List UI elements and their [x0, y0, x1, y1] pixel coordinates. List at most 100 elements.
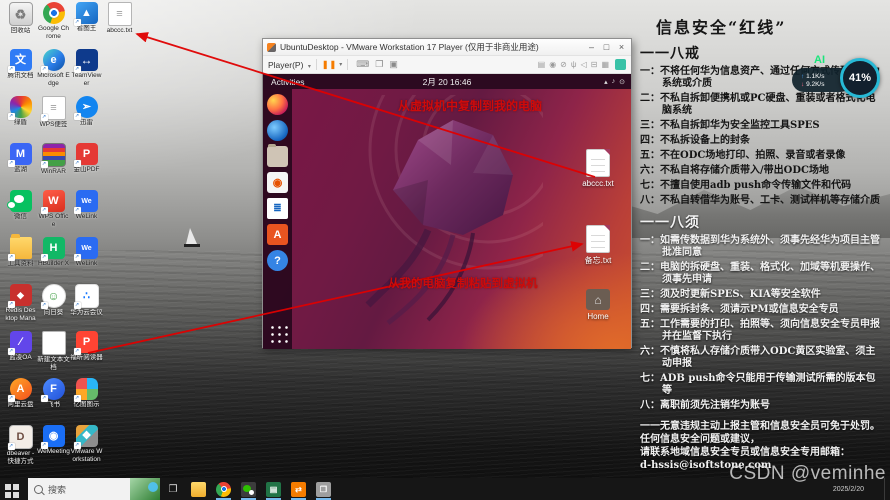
app-grid-icon[interactable]: [267, 322, 288, 343]
task-view-button[interactable]: ❐: [160, 478, 186, 500]
icon-glyph: P: [82, 147, 91, 160]
icon-label: 飞书: [47, 401, 60, 408]
desktop-icon-wps-note[interactable]: ≡ WPS便签: [37, 96, 70, 143]
file-beiwang-txt[interactable]: 备忘.txt: [575, 225, 621, 266]
folder-icon: [7, 234, 32, 261]
close-button[interactable]: ×: [614, 41, 629, 54]
taskbar-search[interactable]: 搜索: [28, 478, 160, 500]
maximize-button[interactable]: □: [599, 41, 614, 54]
player-menu[interactable]: Player(P) ▾: [268, 60, 311, 70]
thunderbird-icon[interactable]: [267, 120, 288, 141]
desktop-icon-wps-office[interactable]: W WPS Office: [37, 190, 70, 237]
vmware-toolbar: Player(P) ▾ ❚❚ ▾ ⌨ ❐ ▣ ▤ ◉ ⊘ ψ ◁ ⊟ ▦: [263, 56, 631, 74]
unity-icon[interactable]: ▣: [389, 59, 398, 70]
fullscreen-icon[interactable]: ❐: [375, 59, 383, 70]
icon-label: 绿盾: [14, 119, 27, 126]
desktop-icon-feishu[interactable]: F 飞书: [37, 378, 70, 425]
transfer-icon: ⇄: [291, 481, 306, 497]
vmware-logo-icon: [267, 42, 276, 52]
system-tray[interactable]: 2025/2/20: [833, 478, 864, 500]
desktop-icon-lanhu[interactable]: M 蓝湖: [4, 143, 37, 190]
files-icon[interactable]: [267, 144, 288, 167]
icon-glyph: ≡: [50, 101, 57, 114]
taskbar-excel[interactable]: ▤: [261, 478, 286, 500]
taskbar-remote-window[interactable]: ❐: [311, 478, 336, 500]
desktop-icon-welink[interactable]: We WeLink: [70, 190, 103, 237]
file-abccc-txt[interactable]: abccc.txt: [575, 149, 621, 188]
desktop-icon-dbeaver[interactable]: Ddbeaver - 快捷方式: [4, 425, 37, 472]
desktop-icon-sunlogin[interactable]: ☺ 向日葵: [37, 284, 70, 331]
search-placeholder: 搜索: [48, 484, 67, 495]
printer-icon[interactable]: ⊟: [591, 60, 598, 69]
desktop-icon-wemeeting[interactable]: ◉ WeMeeting: [37, 425, 70, 472]
desktop-icon-kingsoft-pdf[interactable]: P 金山PDF: [70, 143, 103, 190]
ubuntu-software-icon[interactable]: A: [267, 224, 288, 245]
desktop-icon-lanling[interactable]: ∕ 蓝凌OA: [4, 331, 37, 378]
rhythmbox-icon[interactable]: ◉: [267, 172, 288, 193]
taskbar-wechat[interactable]: [236, 478, 261, 500]
desktop-icon-abccc-txt[interactable]: ≡ abccc.txt: [103, 2, 136, 49]
network-adapter-icon[interactable]: ⊘: [560, 60, 567, 69]
news-weather-widget[interactable]: [130, 478, 160, 500]
desktop-icon-thunder[interactable]: ➢ 迅雷: [70, 96, 103, 143]
desktop-icon-wechat[interactable]: 微信: [4, 190, 37, 237]
pause-button[interactable]: ❚❚: [322, 60, 337, 69]
desktop-icon-foxit[interactable]: P 福昕阅读器: [70, 331, 103, 378]
folder-home[interactable]: ⌂ Home: [575, 289, 621, 321]
desktop-icon-new-text-file[interactable]: 新建文本文档: [37, 331, 70, 378]
grid-spacer: [103, 190, 136, 237]
sound-icon[interactable]: ◁: [581, 60, 587, 69]
chevron-down-icon[interactable]: ▾: [339, 61, 342, 68]
firefox-icon[interactable]: [267, 94, 288, 115]
desktop-icon-edraw[interactable]: 亿图图示: [70, 378, 103, 425]
icon-label: Google Chrome: [37, 25, 70, 40]
cd-rom-icon[interactable]: ◉: [549, 60, 556, 69]
remote-window-icon: ❐: [316, 481, 331, 497]
help-icon[interactable]: ?: [267, 250, 288, 271]
taskbar-file-explorer[interactable]: [186, 478, 211, 500]
start-button[interactable]: [0, 478, 28, 500]
desktop-icon-teamviewer[interactable]: ↔ TeamViewer: [70, 49, 103, 96]
desktop-icon-huawei-meeting[interactable]: ∴ 华为云会议: [70, 284, 103, 331]
desktop-icon-recycle-bin[interactable]: ♻ 回收站: [4, 2, 37, 49]
welink-icon: We: [73, 237, 98, 261]
icon-label: 迅雷: [80, 119, 93, 126]
foxit-icon: P: [73, 331, 98, 355]
icon-glyph: M: [15, 147, 26, 160]
ubuntu-status-area[interactable]: ▴ ♪ ⊙: [604, 78, 625, 86]
display-icon[interactable]: ▦: [601, 60, 609, 69]
desktop-icon-greenshield[interactable]: 绿盾: [4, 96, 37, 143]
grid-spacer: [103, 237, 136, 284]
feishu-icon: F: [40, 378, 65, 402]
minimize-button[interactable]: –: [584, 41, 599, 54]
usb-icon[interactable]: ψ: [571, 60, 577, 69]
taskbar-transfer-tool[interactable]: ⇄: [286, 478, 311, 500]
ubuntu-clock[interactable]: 2月 20 16:46: [263, 76, 631, 88]
hard-disk-icon[interactable]: ▤: [538, 60, 546, 69]
taskbar-chrome[interactable]: [211, 478, 236, 500]
chrome-icon: [42, 2, 65, 24]
desktop-icon-image-viewer[interactable]: ▲ 看图王: [70, 2, 103, 49]
desktop-icon-welink-2[interactable]: We WeLink: [70, 237, 103, 284]
keyboard-icon[interactable]: ⌨: [356, 59, 369, 70]
libreoffice-writer-icon[interactable]: ≣: [267, 198, 288, 219]
vmware-icon: ❖: [73, 425, 98, 449]
desktop-icon-tencent-docs[interactable]: 文腾讯文档: [4, 49, 37, 96]
expand-view-button[interactable]: [615, 59, 626, 70]
desktop-icon-vmware[interactable]: ❖ VMware Workstation Pro: [70, 425, 103, 472]
desktop-icon-chrome[interactable]: Google Chrome: [37, 2, 70, 49]
ai-performance-widget[interactable]: AI ↑ 1.1K/s ↓ 9.2K/s 41%: [792, 54, 888, 106]
desktop-icon-hbuilderx[interactable]: H HBuilder X: [37, 237, 70, 284]
desktop-icon-aliyun-drive[interactable]: A 阿里云盘: [4, 378, 37, 425]
winrar-icon: [40, 143, 66, 168]
desktop-icon-redis[interactable]: ◆ Redis Desktop Manager: [4, 284, 37, 331]
desktop-icon-edge[interactable]: e Microsoft Edge: [37, 49, 70, 96]
icon-label: 华为云会议: [70, 309, 103, 316]
show-desktop-button[interactable]: [884, 478, 890, 500]
recycle-bin-icon: ♻: [8, 2, 33, 26]
desktop-icon-folder[interactable]: 工具资料: [4, 234, 37, 284]
desktop-icon-winrar[interactable]: WinRAR: [37, 143, 70, 190]
grid-spacer: [103, 284, 136, 331]
sunlogin-icon: ☺: [40, 284, 66, 309]
vmware-titlebar[interactable]: UbuntuDesktop - VMware Workstation 17 Pl…: [263, 39, 631, 56]
